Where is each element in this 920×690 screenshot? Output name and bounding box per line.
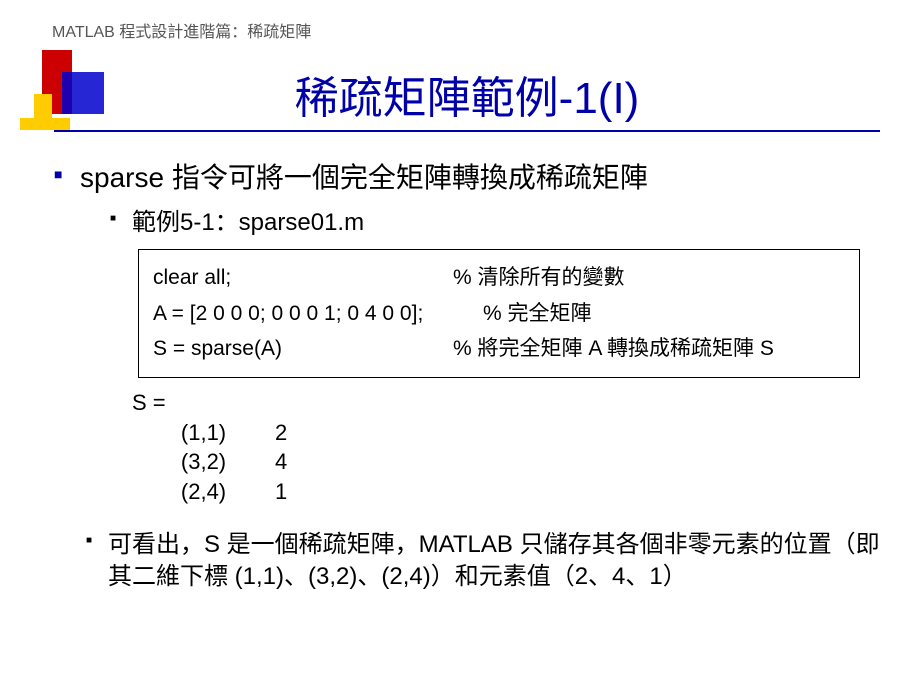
breadcrumb: MATLAB 程式設計進階篇：稀疏矩陣 (52, 18, 890, 42)
code-line3-comment: % 將完全矩陣 A 轉換成稀疏矩陣 S (453, 331, 845, 367)
slide-title: 稀疏矩陣範例-1(I) (44, 52, 890, 126)
bullet-level1: sparse 指令可將一個完全矩陣轉換成稀疏矩陣 範例5-1：sparse01.… (54, 156, 890, 237)
title-rule (54, 130, 880, 132)
bullet-level2-example: 範例5-1：sparse01.m (110, 202, 890, 237)
content-area: sparse 指令可將一個完全矩陣轉換成稀疏矩陣 範例5-1：sparse01.… (44, 156, 890, 594)
code-line1-comment: % 清除所有的變數 (453, 260, 845, 296)
code-line2-left: A = [2 0 0 0; 0 0 0 1; 0 4 0 0]; (153, 296, 483, 332)
example-label: 範例5-1：sparse01.m (132, 209, 364, 236)
code-box: clear all; % 清除所有的變數 A = [2 0 0 0; 0 0 0… (138, 249, 860, 378)
bullet1-text: sparse 指令可將一個完全矩陣轉換成稀疏矩陣 (80, 162, 648, 193)
code-line3-left: S = sparse(A) (153, 331, 453, 367)
output-block: S = (1,1) 2 (3,2) 4 (2,4) 1 (132, 388, 890, 507)
bullet-level2-explain-wrap: 可看出，S 是一個稀疏矩陣，MATLAB 只儲存其各個非零元素的位置（即其二維下… (86, 529, 890, 594)
code-line1-left: clear all; (153, 260, 453, 296)
slide: MATLAB 程式設計進階篇：稀疏矩陣 稀疏矩陣範例-1(I) sparse 指… (0, 0, 920, 690)
bullet2-text: 可看出，S 是一個稀疏矩陣，MATLAB 只儲存其各個非零元素的位置（即其二維下… (108, 529, 890, 594)
code-line2-comment: % 完全矩陣 (483, 296, 845, 332)
